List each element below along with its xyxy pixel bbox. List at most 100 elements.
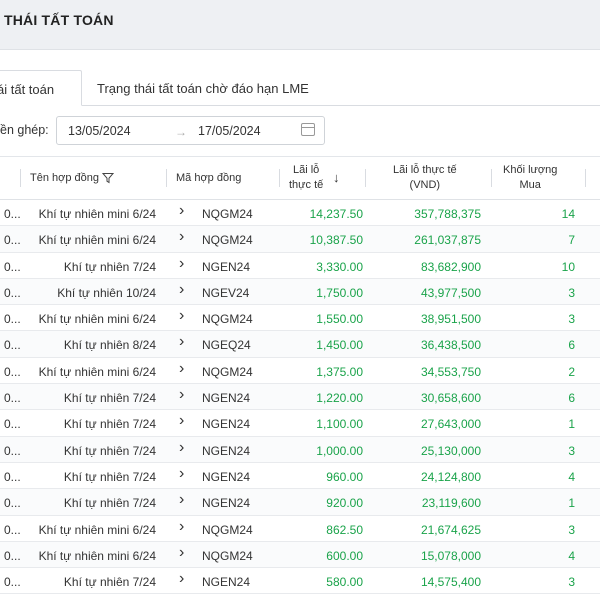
contract-code-cell: NGEV24	[202, 285, 250, 300]
col-buy-volume-label: Khối lượng Mua	[503, 163, 557, 193]
table-row[interactable]: 0... Khí tự nhiên mini 6/24 › NQGM24 862.50 2…	[0, 516, 600, 542]
buy-volume-cell: 6	[568, 391, 575, 406]
contract-name-cell: Khí tự nhiên 7/24	[63, 391, 156, 406]
realized-pnl-vnd-cell: 38,951,500	[420, 312, 481, 327]
contract-code-cell: NGEN24	[202, 575, 251, 590]
date-range-picker[interactable]: 13/05/2024 → 17/05/2024	[56, 116, 325, 145]
buy-volume-cell: 4	[568, 469, 575, 484]
col-contract-name[interactable]: Tên hợp đồng	[20, 157, 166, 200]
col-contract-code-label: Mã hợp đồng	[176, 172, 242, 184]
chevron-right-icon[interactable]: ›	[179, 281, 184, 299]
settlement-date-cell: 0...	[4, 575, 21, 590]
chevron-right-icon[interactable]: ›	[179, 412, 184, 430]
col-buy-volume[interactable]: Khối lượng Mua	[491, 157, 585, 200]
col-realized-pnl-vnd-line1: Lãi lỗ thực tế	[393, 164, 457, 176]
settlement-date-cell: 0...	[4, 496, 21, 511]
realized-pnl-vnd-cell: 30,658,600	[420, 391, 481, 406]
tab-settlement-status[interactable]: ái tất toán	[0, 70, 82, 106]
col-contract-code[interactable]: Mã hợp đồng	[166, 157, 279, 200]
chevron-right-icon[interactable]: ›	[179, 518, 184, 536]
table-row[interactable]: 0... Khí tự nhiên mini 6/24 › NQGM24 10,387.…	[0, 226, 600, 253]
settlement-date-cell: 0...	[4, 469, 21, 484]
settlement-date-cell: 0...	[4, 443, 21, 458]
table-row[interactable]: 0... Khí tự nhiên 10/24 › NGEV24 1,750.00 43,…	[0, 278, 600, 306]
buy-volume-cell: 1	[568, 417, 575, 432]
col-realized-pnl-vnd-label: Lãi lỗ thực tế (VND)	[393, 163, 457, 193]
contract-code-cell: NQGM24	[202, 548, 253, 563]
contract-code-cell: NGEN24	[202, 259, 251, 274]
col-realized-pnl-vnd[interactable]: Lãi lỗ thực tế (VND)	[365, 157, 491, 200]
contract-name-cell: Khí tự nhiên 7/24	[63, 443, 156, 458]
buy-volume-cell: 10	[561, 259, 575, 274]
realized-pnl-cell: 600.00	[326, 548, 363, 563]
settlement-date-cell: 0...	[4, 391, 21, 406]
realized-pnl-vnd-cell: 36,438,500	[420, 338, 481, 353]
chevron-right-icon[interactable]: ›	[179, 570, 184, 588]
chevron-right-icon[interactable]: ›	[179, 202, 184, 220]
calendar-icon[interactable]	[301, 123, 315, 136]
table-header: Tên hợp đồng Mã hợp đồng Lãi lỗ thực tế …	[0, 156, 600, 200]
col-realized-pnl[interactable]: Lãi lỗ thực tế ↓	[279, 157, 365, 200]
table-row[interactable]: 0... Khí tự nhiên mini 6/24 › NQGM24 600.00 1…	[0, 541, 600, 569]
date-filter: ền ghép: 13/05/2024 → 17/05/2024	[0, 116, 600, 145]
settlement-date-cell: 0...	[4, 233, 21, 248]
table-row[interactable]: 0... Khí tự nhiên 8/24 › NGEQ24 1,450.00 36,4…	[0, 331, 600, 358]
realized-pnl-vnd-cell: 357,788,375	[414, 207, 481, 221]
buy-volume-cell: 3	[568, 443, 575, 458]
settlement-date-cell: 0...	[4, 259, 21, 274]
contract-name-cell: Khí tự nhiên 10/24	[57, 285, 156, 300]
realized-pnl-vnd-cell: 21,674,625	[420, 522, 481, 537]
table-row[interactable]: 0... Khí tự nhiên 7/24 › NGEN24 960.00 24,124…	[0, 463, 600, 490]
buy-volume-cell: 3	[568, 522, 575, 537]
realized-pnl-cell: 1,220.00	[316, 391, 363, 406]
table-row[interactable]: 0... Khí tự nhiên 7/24 › NGEN24 1,220.00 30,6…	[0, 384, 600, 411]
realized-pnl-vnd-cell: 34,553,750	[420, 364, 481, 379]
to-date-input[interactable]: 17/05/2024	[198, 124, 261, 138]
chevron-right-icon[interactable]: ›	[179, 228, 184, 246]
chevron-right-icon[interactable]: ›	[179, 307, 184, 325]
col-contract-name-label: Tên hợp đồng	[30, 172, 99, 184]
tab-pending-lme-settlement[interactable]: Trạng thái tất toán chờ đáo hạn LME	[97, 70, 309, 106]
chevron-right-icon[interactable]: ›	[179, 386, 184, 404]
chevron-right-icon[interactable]: ›	[179, 255, 184, 273]
contract-code-cell: NGEN24	[202, 443, 251, 458]
realized-pnl-cell: 10,387.50	[309, 233, 363, 248]
table-row[interactable]: 0... Khí tự nhiên 7/24 › NGEN24 3,330.00 83,6…	[0, 253, 600, 279]
contract-name-cell: Khí tự nhiên mini 6/24	[38, 233, 156, 248]
chevron-right-icon[interactable]: ›	[179, 333, 184, 351]
contract-name-cell: Khí tự nhiên mini 6/24	[38, 522, 156, 537]
table-row[interactable]: 0... Khí tự nhiên mini 6/24 › NQGM24 14,237.…	[0, 200, 600, 227]
realized-pnl-cell: 862.50	[326, 522, 363, 537]
col-realized-pnl-line2: thực tế	[289, 179, 324, 191]
col-next	[585, 157, 600, 200]
table-row[interactable]: 0... Khí tự nhiên mini 6/24 › NQGM24 1,375.0…	[0, 358, 600, 385]
chevron-right-icon[interactable]: ›	[179, 360, 184, 378]
filter-icon[interactable]	[102, 172, 114, 184]
realized-pnl-vnd-cell: 23,119,600	[421, 496, 481, 511]
contract-code-cell: NQGM24	[202, 522, 253, 537]
col-buy-volume-line2: Mua	[519, 179, 541, 191]
chevron-right-icon[interactable]: ›	[179, 544, 184, 562]
realized-pnl-cell: 1,000.00	[316, 443, 363, 458]
realized-pnl-vnd-cell: 27,643,000	[420, 417, 481, 432]
sort-down-icon[interactable]: ↓	[333, 170, 340, 185]
settlement-table-body: 0... Khí tự nhiên mini 6/24 › NQGM24 14,237.…	[0, 200, 600, 595]
realized-pnl-cell: 3,330.00	[316, 259, 363, 274]
col-realized-pnl-label: Lãi lỗ thực tế	[289, 163, 323, 193]
table-row[interactable]: 0... Khí tự nhiên 7/24 › NGEN24 920.00 23,119…	[0, 489, 600, 516]
contract-code-cell: NQGM24	[202, 364, 253, 379]
chevron-right-icon[interactable]: ›	[179, 439, 184, 457]
date-filter-label: ền ghép:	[0, 123, 49, 137]
contract-name-cell: Khí tự nhiên mini 6/24	[38, 207, 156, 221]
realized-pnl-cell: 1,450.00	[316, 338, 363, 353]
table-row[interactable]: 0... Khí tự nhiên 7/24 › NGEN24 1,100.00 27,6…	[0, 410, 600, 437]
chevron-right-icon[interactable]: ›	[179, 465, 184, 483]
table-row[interactable]: 0... Khí tự nhiên mini 6/24 › NQGM24 1,550.0…	[0, 305, 600, 332]
chevron-right-icon[interactable]: ›	[179, 491, 184, 509]
settlement-date-cell: 0...	[4, 207, 21, 221]
table-row[interactable]: 0... Khí tự nhiên 7/24 › NGEN24 580.00 14,575…	[0, 568, 600, 595]
from-date-input[interactable]: 13/05/2024	[68, 124, 131, 138]
table-row[interactable]: 0... Khí tự nhiên 7/24 › NGEN24 1,000.00 25,1…	[0, 436, 600, 463]
contract-name-cell: Khí tự nhiên 7/24	[63, 259, 156, 274]
realized-pnl-cell: 1,750.00	[316, 285, 363, 300]
